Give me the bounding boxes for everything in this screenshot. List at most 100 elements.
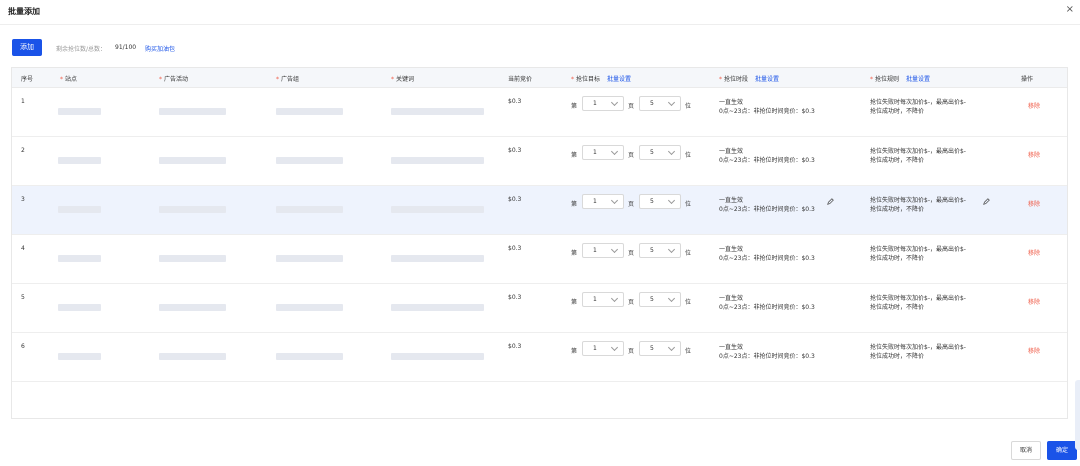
page-prefix: 第 (571, 250, 578, 257)
position-unit: 位 (685, 103, 692, 110)
table-row[interactable]: 3 $0.3 第 1 页 5 位 一直生效 0点~23点：非抢位时间竞价：$0.3 抢位失败时每次… (12, 186, 1067, 235)
table-row[interactable]: 2 $0.3 第 1 页 5 位 一直生效 0点~23点：非抢位时间竞价：$0.3 抢位失败时每次… (12, 137, 1067, 186)
remove-link[interactable]: 移除 (1028, 346, 1040, 355)
cancel-button[interactable]: 取消 (1011, 441, 1041, 460)
table-row[interactable]: 6 $0.3 第 1 页 5 位 一直生效 0点~23点：非抢位时间竞价：$0.3 抢位失败时每次… (12, 333, 1067, 382)
position-select[interactable]: 5 (639, 292, 681, 307)
dialog-header: 批量添加 × (0, 0, 1080, 24)
period-detail: 0点~23点：非抢位时间竞价：$0.3 (719, 353, 815, 360)
chevron-down-icon (667, 196, 676, 205)
period-detail: 0点~23点：非抢位时间竞价：$0.3 (719, 255, 815, 262)
position-select[interactable]: 5 (639, 243, 681, 258)
position-select[interactable]: 5 (639, 96, 681, 111)
batch-table: 序号 * 站点 * 广告活动 * 广告组 * 关键词 当前竞价 * 抢位目标 批量设置 * 抢… (11, 67, 1068, 419)
period-detail: 0点~23点：非抢位时间竞价：$0.3 (719, 304, 815, 311)
buy-fuel-pack-link[interactable]: 购买加油包 (145, 44, 175, 53)
page-select[interactable]: 1 (582, 341, 624, 356)
quota-label: 剩余抢位数/总数： (56, 46, 107, 53)
period-status: 一直生效 (719, 99, 744, 106)
row-index: 4 (21, 245, 25, 252)
close-icon[interactable]: × (1066, 4, 1074, 15)
page-unit: 页 (628, 250, 635, 257)
table-row[interactable]: 1 $0.3 第 1 页 5 位一直生效 0点~23点：非抢位时间竞价：$0.3 抢位失败时每次… (12, 88, 1067, 137)
period-status: 一直生效 (719, 295, 744, 302)
position-unit: 位 (685, 348, 692, 355)
site-placeholder (58, 304, 101, 311)
row-index: 2 (21, 147, 25, 154)
side-scroll-tab[interactable] (1075, 380, 1080, 450)
rule-increase: 抢位失败时每次加价$-，最高出价$- (870, 99, 966, 106)
rule-success: 抢位成功时，不降价 (870, 157, 925, 164)
rule-success: 抢位成功时，不降价 (870, 108, 925, 115)
period-batch-link[interactable]: 批量设置 (755, 76, 779, 83)
current-bid: $0.3 (508, 98, 522, 105)
site-placeholder (58, 255, 101, 262)
campaign-placeholder (159, 157, 226, 164)
page-prefix: 第 (571, 348, 578, 355)
remove-link[interactable]: 移除 (1028, 150, 1040, 159)
position-select[interactable]: 5 (639, 341, 681, 356)
dialog-title: 批量添加 (8, 7, 40, 16)
edit-period-icon[interactable] (827, 198, 834, 205)
current-bid: $0.3 (508, 147, 522, 154)
current-bid: $0.3 (508, 196, 522, 203)
chevron-down-icon (610, 294, 619, 303)
period-status: 一直生效 (719, 246, 744, 253)
table-row[interactable]: 5 $0.3 第 1 页 5 位一直生效 0点~23点：非抢位时间竞价：$0.3 抢位失败时每次… (12, 284, 1067, 333)
chevron-down-icon (610, 98, 619, 107)
page-prefix: 第 (571, 103, 578, 110)
rule-increase: 抢位失败时每次加价$-，最高出价$- (870, 246, 966, 253)
confirm-button[interactable]: 确定 (1047, 441, 1077, 460)
row-index: 3 (21, 196, 25, 203)
page-unit: 页 (628, 103, 635, 110)
site-placeholder (58, 206, 101, 213)
position-unit: 位 (685, 201, 692, 208)
rule-increase: 抢位失败时每次加价$-，最高出价$- (870, 295, 966, 302)
adgroup-placeholder (276, 206, 343, 213)
current-bid: $0.3 (508, 343, 522, 350)
page-select[interactable]: 1 (582, 96, 624, 111)
page-select[interactable]: 1 (582, 292, 624, 307)
site-placeholder (58, 353, 101, 360)
quota-value: 91/100 (115, 44, 137, 51)
rule-batch-link[interactable]: 批量设置 (906, 76, 930, 83)
period-detail: 0点~23点：非抢位时间竞价：$0.3 (719, 108, 815, 115)
keyword-placeholder (391, 108, 484, 115)
period-status: 一直生效 (719, 148, 744, 155)
chevron-down-icon (667, 294, 676, 303)
adgroup-placeholder (276, 304, 343, 311)
position-unit: 位 (685, 250, 692, 257)
chevron-down-icon (667, 245, 676, 254)
position-select[interactable]: 5 (639, 145, 681, 160)
row-index: 5 (21, 294, 25, 301)
table-row[interactable]: 4 $0.3 第 1 页 5 位 一直生效 0点~23点：非抢位时间竞价：$0.3 抢位失败时每次… (12, 235, 1067, 284)
remove-link[interactable]: 移除 (1028, 199, 1040, 208)
edit-rule-icon[interactable] (983, 198, 990, 205)
campaign-placeholder (159, 255, 226, 262)
current-bid: $0.3 (508, 294, 522, 301)
period-status: 一直生效 (719, 197, 744, 204)
page-unit: 页 (628, 299, 635, 306)
page-select[interactable]: 1 (582, 243, 624, 258)
page-select[interactable]: 1 (582, 145, 624, 160)
add-button[interactable]: 添加 (12, 39, 42, 56)
page-prefix: 第 (571, 299, 578, 306)
header-period: * 抢位时段 批量设置 (719, 76, 780, 83)
target-batch-link[interactable]: 批量设置 (607, 76, 631, 83)
adgroup-placeholder (276, 157, 343, 164)
position-select[interactable]: 5 (639, 194, 681, 209)
page-unit: 页 (628, 348, 635, 355)
page-unit: 页 (628, 152, 635, 159)
remove-link[interactable]: 移除 (1028, 101, 1040, 110)
remove-link[interactable]: 移除 (1028, 248, 1040, 257)
remove-link[interactable]: 移除 (1028, 297, 1040, 306)
chevron-down-icon (667, 147, 676, 156)
site-placeholder (58, 157, 101, 164)
page-select[interactable]: 1 (582, 194, 624, 209)
current-bid: $0.3 (508, 245, 522, 252)
period-detail: 0点~23点：非抢位时间竞价：$0.3 (719, 206, 815, 213)
row-index: 1 (21, 98, 25, 105)
site-placeholder (58, 108, 101, 115)
adgroup-placeholder (276, 353, 343, 360)
campaign-placeholder (159, 206, 226, 213)
